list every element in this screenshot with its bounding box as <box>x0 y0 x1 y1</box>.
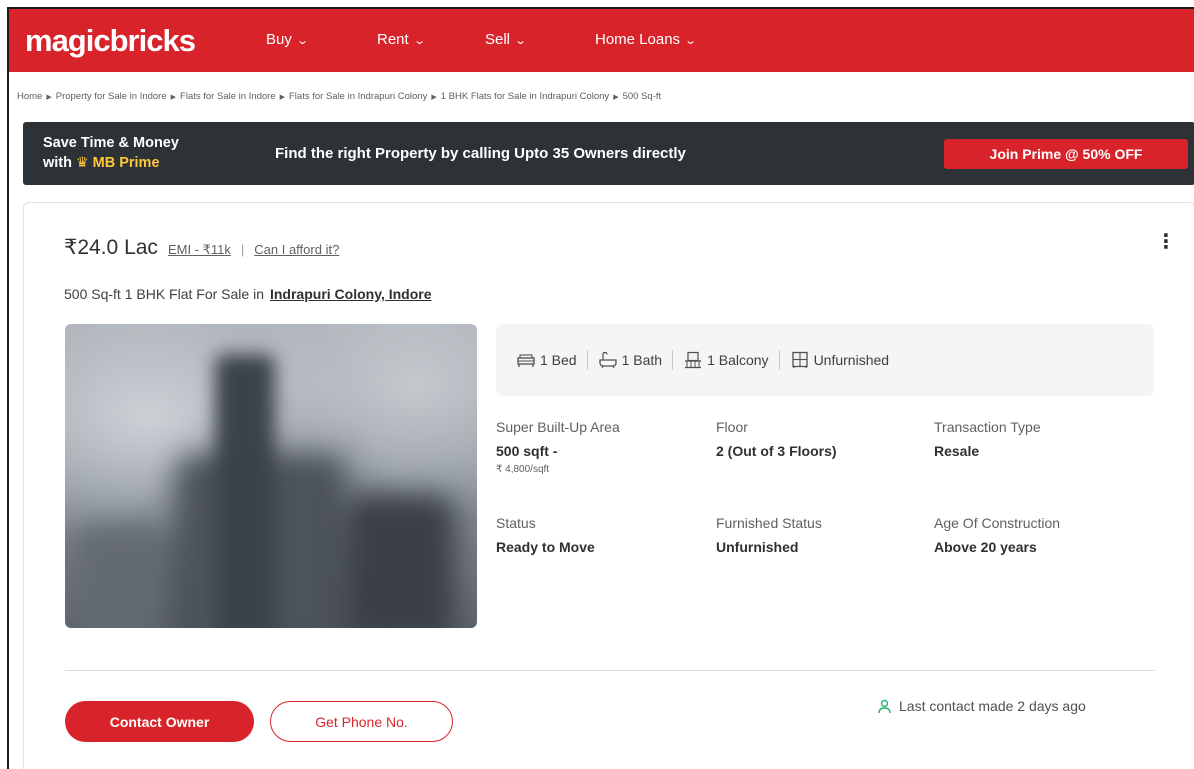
breadcrumb: Home ▶ Property for Sale in Indore ▶ Flats f… <box>17 91 661 102</box>
nav-sell-label: Sell <box>485 31 511 48</box>
chevron-down-icon: ⌄ <box>684 35 698 47</box>
contact-owner-button[interactable]: Contact Owner <box>65 701 254 742</box>
property-title: 500 Sq-ft 1 BHK Flat For Sale in Indrapur… <box>64 286 432 302</box>
attr-label: Status <box>496 515 536 531</box>
prime-tagline: Save Time & Money with ♛ MB Prime <box>43 134 179 173</box>
chevron-down-icon: ⌄ <box>296 35 309 47</box>
prime-line-2-prefix: with <box>43 155 72 171</box>
amenity-bed: 1 Bed <box>516 351 577 369</box>
property-photo[interactable] <box>65 324 477 628</box>
property-title-text: 500 Sq-ft 1 BHK Flat For Sale in <box>64 286 264 302</box>
magicbricks-logo[interactable]: magicbricks <box>25 23 269 59</box>
attr-value: Above 20 years <box>934 539 1037 555</box>
chevron-down-icon: ⌄ <box>412 35 426 47</box>
user-icon <box>878 699 891 713</box>
amenity-balcony: 1 Balcony <box>683 351 769 369</box>
emi-link[interactable]: EMI - ₹11k <box>168 242 231 258</box>
attr-label: Age Of Construction <box>934 515 1061 531</box>
crown-icon: ♛ <box>76 154 89 170</box>
photo-blur-shape <box>75 524 165 628</box>
attr-value: Unfurnished <box>716 539 799 555</box>
attr-label: Floor <box>716 419 748 435</box>
balcony-icon <box>685 351 702 369</box>
attr-furnished-status: Furnished Status Unfurnished <box>716 515 822 555</box>
breadcrumb-arrow-icon: ▶ <box>613 94 619 101</box>
can-i-afford-link[interactable]: Can I afford it? <box>254 242 339 257</box>
card-divider <box>65 670 1155 671</box>
attr-floor: Floor 2 (Out of 3 Floors) <box>716 419 837 459</box>
last-contact-info: Last contact made 2 days ago <box>877 698 1086 714</box>
nav-buy[interactable]: Buy ⌄ <box>266 31 309 48</box>
attr-value: Resale <box>934 443 980 459</box>
attr-label: Transaction Type <box>934 419 1041 435</box>
amenity-bath-label: 1 Bath <box>621 352 663 368</box>
top-header: magicbricks Buy ⌄ Rent ⌄ Sell ⌄ Home Loans ⌄ <box>9 9 1194 72</box>
price-row: ₹24.0 Lac EMI - ₹11k | Can I afford it? <box>64 235 339 260</box>
nav-rent[interactable]: Rent ⌄ <box>377 31 426 48</box>
breadcrumb-arrow-icon: ▶ <box>170 94 177 101</box>
nav-sell[interactable]: Sell ⌄ <box>485 31 528 48</box>
property-card: ₹24.0 Lac EMI - ₹11k | Can I afford it? … <box>23 202 1194 769</box>
get-phone-button[interactable]: Get Phone No. <box>270 701 453 742</box>
breadcrumb-home[interactable]: Home <box>17 91 42 102</box>
amenity-divider <box>778 350 780 370</box>
more-options-icon[interactable]: ⋮ <box>1156 232 1176 252</box>
photo-blur-shape <box>215 354 275 628</box>
mb-prime-label: MB Prime <box>92 155 160 171</box>
prime-message: Find the right Property by calling Upto … <box>275 145 686 162</box>
attr-label: Super Built-Up Area <box>496 419 620 435</box>
breadcrumb-property-indore[interactable]: Property for Sale in Indore <box>56 91 167 102</box>
nav-rent-label: Rent <box>377 31 409 48</box>
attr-price-per-sqft: ₹ 4,800/sqft <box>496 464 550 475</box>
attr-status: Status Ready to Move <box>496 515 595 555</box>
furnish-icon <box>791 351 808 368</box>
attr-super-built-up-area: Super Built-Up Area 500 sqft - ₹ 4,800/s… <box>496 419 620 475</box>
attr-transaction-type: Transaction Type Resale <box>934 419 1041 459</box>
prime-line-1: Save Time & Money <box>43 135 179 151</box>
amenities-bar: 1 Bed 1 Bath 1 Balcony Unfurnished <box>496 324 1154 396</box>
bed-icon <box>517 354 535 367</box>
nav-home-loans[interactable]: Home Loans ⌄ <box>595 31 698 48</box>
prime-banner: Save Time & Money with ♛ MB Prime Find t… <box>23 122 1194 185</box>
attr-label: Furnished Status <box>716 515 822 531</box>
breadcrumb-current: 500 Sq-ft <box>622 91 662 102</box>
amenity-furnishing: Unfurnished <box>790 351 890 369</box>
join-prime-button[interactable]: Join Prime @ 50% OFF <box>944 139 1188 169</box>
nav-buy-label: Buy <box>266 31 292 48</box>
amenity-divider <box>586 350 588 370</box>
amenity-balcony-label: 1 Balcony <box>707 352 769 368</box>
price-separator: | <box>240 242 245 257</box>
breadcrumb-flats-indore[interactable]: Flats for Sale in Indore <box>180 91 276 102</box>
attr-value: 500 sqft - <box>496 443 558 459</box>
breadcrumb-arrow-icon: ▶ <box>279 94 285 101</box>
amenity-bed-label: 1 Bed <box>540 352 577 368</box>
chevron-down-icon: ⌄ <box>514 35 528 47</box>
attr-value: 2 (Out of 3 Floors) <box>716 443 837 459</box>
photo-blur-shape <box>345 494 455 628</box>
amenity-furnishing-label: Unfurnished <box>813 352 890 368</box>
property-price: ₹24.0 Lac <box>64 236 158 259</box>
bath-icon <box>598 351 617 369</box>
attr-age-of-construction: Age Of Construction Above 20 years <box>934 515 1060 555</box>
breadcrumb-flats-indrapuri[interactable]: Flats for Sale in Indrapuri Colony <box>289 91 427 102</box>
breadcrumb-arrow-icon: ▶ <box>431 94 437 101</box>
amenity-divider <box>672 350 674 370</box>
nav-home-loans-label: Home Loans <box>595 31 681 48</box>
last-contact-text: Last contact made 2 days ago <box>899 698 1086 714</box>
attr-value: Ready to Move <box>496 539 595 555</box>
breadcrumb-arrow-icon: ▶ <box>46 94 52 101</box>
location-link[interactable]: Indrapuri Colony, Indore <box>270 286 432 302</box>
page-frame: magicbricks Buy ⌄ Rent ⌄ Sell ⌄ Home Loans ⌄… <box>7 7 1194 769</box>
amenity-bath: 1 Bath <box>598 351 662 369</box>
breadcrumb-1bhk-indrapuri[interactable]: 1 BHK Flats for Sale in Indrapuri Colony <box>441 91 609 102</box>
